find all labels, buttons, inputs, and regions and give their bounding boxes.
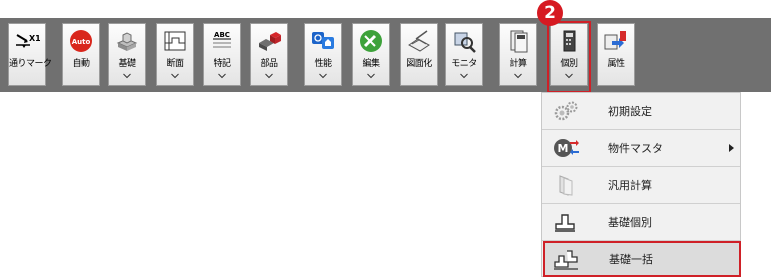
attribute-icon: [604, 31, 626, 50]
calc-label: 計算: [509, 59, 527, 69]
menu-item-label: 汎用計算: [608, 179, 652, 192]
grid-mark-button[interactable]: X1 通りマーク: [8, 23, 52, 86]
auto-button[interactable]: Auto 自動: [62, 23, 100, 86]
step-callout: 2: [537, 0, 563, 26]
individual-dropdown-menu: 初期設定 M 物件マスタ 汎用計算 基礎個別 基礎一括: [541, 92, 741, 277]
foundation-label: 基礎: [118, 59, 136, 69]
menu-item-property-master[interactable]: M 物件マスタ: [542, 130, 740, 166]
parts-button[interactable]: 部品: [250, 23, 288, 86]
note-button[interactable]: ABC 特記: [203, 23, 241, 86]
edit-icon: [360, 30, 382, 52]
parts-label: 部品: [260, 59, 278, 69]
chevron-down-icon: [319, 73, 327, 79]
chevron-down-icon: [367, 73, 375, 79]
general-calc-icon: [559, 175, 573, 196]
calc-icon: [510, 30, 528, 53]
grid-line-icon: X1: [16, 34, 40, 48]
master-badge: M: [558, 142, 569, 155]
foundation-single-icon: [555, 214, 575, 232]
grid-mark-badge: X1: [29, 34, 40, 43]
menu-item-foundation-batch[interactable]: 基礎一括: [543, 241, 741, 277]
foundation-batch-icon: [554, 250, 578, 270]
drawing-icon: [408, 30, 430, 52]
foundation-icon: [116, 32, 138, 51]
monitor-label: モニタ: [451, 59, 477, 69]
menu-item-label: 物件マスタ: [608, 142, 663, 155]
master-icon: M: [554, 139, 579, 157]
section-icon: [164, 31, 186, 51]
attribute-label: 属性: [607, 59, 625, 69]
note-label: 特記: [213, 59, 231, 69]
menu-item-label: 初期設定: [608, 105, 652, 118]
drawing-label: 図面化: [406, 59, 432, 69]
performance-label: 性能: [314, 59, 332, 69]
ribbon-toolbar: X1 通りマーク Auto 自動 基礎 断面 ABC 特記 部品 性能 編集 図…: [0, 18, 771, 92]
calc-button[interactable]: 計算: [499, 23, 537, 86]
chevron-down-icon: [218, 73, 226, 79]
monitor-button[interactable]: モニタ: [445, 23, 483, 86]
chevron-down-icon: [514, 73, 522, 79]
parts-icon: [259, 32, 281, 51]
grid-mark-label: 通りマーク: [9, 59, 52, 69]
menu-item-foundation-single[interactable]: 基礎個別: [542, 204, 740, 240]
performance-button[interactable]: 性能: [304, 23, 342, 86]
edit-button[interactable]: 編集: [352, 23, 390, 86]
menu-item-initial-settings[interactable]: 初期設定: [542, 93, 740, 129]
menu-item-general-calc[interactable]: 汎用計算: [542, 167, 740, 203]
individual-button-highlight: [547, 21, 591, 93]
section-button[interactable]: 断面: [156, 23, 194, 86]
menu-item-label: 基礎個別: [608, 216, 652, 229]
chevron-down-icon: [460, 73, 468, 79]
auto-label: 自動: [72, 59, 90, 69]
chevron-down-icon: [171, 73, 179, 79]
edit-label: 編集: [362, 59, 380, 69]
submenu-arrow-icon: [729, 144, 734, 152]
drawing-button[interactable]: 図面化: [400, 23, 438, 86]
gears-icon: [554, 101, 578, 121]
section-label: 断面: [166, 59, 184, 69]
chevron-down-icon: [123, 73, 131, 79]
performance-icon: [312, 32, 334, 49]
note-badge: ABC: [214, 31, 230, 39]
chevron-down-icon: [265, 73, 273, 79]
menu-item-label: 基礎一括: [609, 253, 653, 266]
foundation-button[interactable]: 基礎: [108, 23, 146, 86]
auto-badge: Auto: [72, 38, 91, 46]
monitor-icon: [454, 32, 476, 53]
note-icon: ABC: [213, 31, 231, 48]
auto-icon: Auto: [70, 30, 92, 52]
attribute-button[interactable]: 属性: [597, 23, 635, 86]
